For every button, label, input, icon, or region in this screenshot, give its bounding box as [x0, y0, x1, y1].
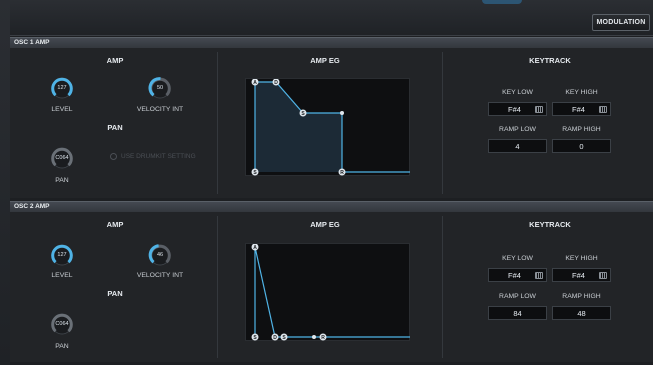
velocity-int-label: VELOCITY INT [136, 272, 184, 279]
keytrack-header: KEYTRACK [529, 220, 571, 229]
amp-eg-header: AMP EG [310, 56, 340, 65]
eg-point-attack-label: A [253, 80, 257, 86]
key-high-value: F#4 [572, 270, 585, 280]
ramp-high-field[interactable]: 0 [552, 139, 611, 153]
eg-point-decay-label: D [274, 80, 278, 86]
ramp-low-field[interactable]: 84 [488, 306, 547, 320]
key-low-label: KEY LOW [502, 89, 533, 96]
envelope-graph: A D S R S [251, 78, 410, 176]
velocity-int-value: 46 [156, 252, 164, 258]
ramp-high-label: RAMP HIGH [562, 126, 601, 133]
ramp-low-label: RAMP LOW [499, 293, 536, 300]
pan-value: C064 [55, 155, 69, 161]
use-drumkit-setting-checkbox[interactable]: USE DRUMKIT SETTING [110, 153, 196, 160]
velocity-int-value: 50 [156, 85, 164, 91]
ramp-low-label: RAMP LOW [499, 126, 536, 133]
key-high-label: KEY HIGH [565, 89, 598, 96]
ramp-high-field[interactable]: 48 [552, 306, 611, 320]
key-low-value: F#4 [508, 270, 521, 280]
envelope-fill [255, 82, 342, 172]
top-glow-indicator [482, 0, 522, 4]
amp-header: AMP [106, 56, 124, 65]
amp-eg-graph[interactable]: A D S R S [245, 78, 410, 176]
level-label: LEVEL [51, 106, 73, 113]
envelope-graph: A S D S R [251, 243, 410, 341]
radio-icon [110, 153, 117, 160]
use-drumkit-setting-label: USE DRUMKIT SETTING [121, 153, 196, 161]
modulation-button[interactable]: MODULATION [592, 14, 650, 31]
key-high-value: F#4 [572, 104, 585, 114]
keyboard-icon[interactable] [599, 106, 607, 113]
pan-value: C064 [55, 321, 69, 327]
level-label: LEVEL [51, 272, 73, 279]
key-high-field[interactable]: F#4 [552, 268, 611, 282]
top-toolbar: MODULATION [0, 0, 653, 36]
velocity-int-label: VELOCITY INT [136, 106, 184, 113]
left-edge [0, 0, 10, 365]
eg-point-attack-label: A [253, 245, 257, 251]
ramp-high-label: RAMP HIGH [562, 293, 601, 300]
divider [217, 52, 218, 194]
key-high-field[interactable]: F#4 [552, 102, 611, 116]
key-high-label: KEY HIGH [565, 255, 598, 262]
level-value: 127 [57, 85, 67, 91]
osc1-panel: AMP 127 LEVEL 50 VELOCITY INT PAN C064 P… [10, 48, 653, 198]
velocity-int-knob[interactable]: 46 [148, 243, 172, 267]
amp-eg-header: AMP EG [310, 220, 340, 229]
ramp-low-field[interactable]: 4 [488, 139, 547, 153]
pan-header: PAN [107, 289, 123, 298]
osc2-panel: AMP 127 LEVEL 46 VELOCITY INT PAN C064 P… [10, 212, 653, 362]
divider [442, 216, 443, 358]
keyboard-icon[interactable] [535, 106, 543, 113]
keyboard-icon[interactable] [535, 272, 543, 279]
pan-knob[interactable]: C064 [50, 146, 74, 170]
envelope-line [254, 246, 410, 338]
pan-knob[interactable]: C064 [50, 312, 74, 336]
level-value: 127 [57, 252, 67, 258]
keyboard-icon[interactable] [599, 272, 607, 279]
osc1-section-title: OSC 1 AMP [10, 37, 653, 48]
eg-point-sustain-end [312, 335, 316, 339]
divider [442, 52, 443, 194]
key-low-field[interactable]: F#4 [488, 268, 547, 282]
osc2-section-title: OSC 2 AMP [10, 201, 653, 212]
level-knob[interactable]: 127 [50, 243, 74, 267]
amp-header: AMP [106, 220, 124, 229]
level-knob[interactable]: 127 [50, 76, 74, 100]
eg-point-decay-label: D [273, 335, 277, 341]
keytrack-header: KEYTRACK [529, 56, 571, 65]
key-low-field[interactable]: F#4 [488, 102, 547, 116]
divider [217, 216, 218, 358]
eg-point-release-label: R [321, 335, 325, 341]
eg-point-sustain-end [340, 111, 344, 115]
pan-label: PAN [55, 343, 69, 350]
key-low-value: F#4 [508, 104, 521, 114]
amp-eg-graph[interactable]: A S D S R [245, 243, 410, 341]
eg-point-release-label: R [340, 170, 344, 176]
pan-header: PAN [107, 123, 123, 132]
key-low-label: KEY LOW [502, 255, 533, 262]
pan-label: PAN [55, 177, 69, 184]
velocity-int-knob[interactable]: 50 [148, 76, 172, 100]
